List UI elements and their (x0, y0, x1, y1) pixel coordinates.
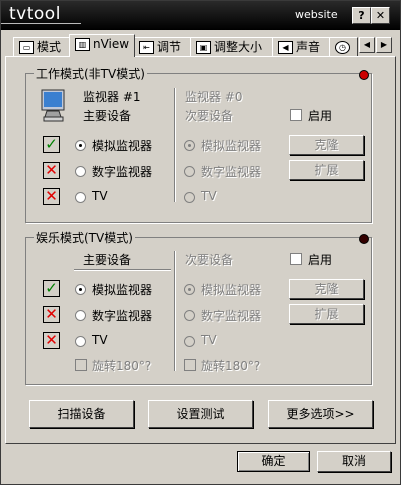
tv-secondary-analog-label: 模拟监视器 (201, 283, 262, 297)
tv-digital-error-icon: ✕ (43, 306, 60, 323)
resize-icon: ▣ (196, 41, 211, 54)
tv-analog-ok-icon: ✓ (43, 280, 60, 297)
work-mode-group: 工作模式(非TV模式) 监视器 #1 主要设备 监视器 #0 次要设备 启用 ✓… (25, 65, 372, 223)
tv-secondary-analog-radio[interactable] (184, 284, 195, 295)
tv-primary-analog-label: 模拟监视器 (92, 283, 153, 297)
secondary-digital-radio[interactable] (184, 166, 195, 177)
tab-sound[interactable]: ◀ 声音 (272, 37, 331, 57)
primary-device-label: 主要设备 (83, 109, 132, 123)
tv-primary-digital-label: 数字监视器 (92, 309, 153, 323)
tv-secondary-tv-radio[interactable] (184, 336, 195, 347)
nview-panel: 工作模式(非TV模式) 监视器 #1 主要设备 监视器 #0 次要设备 启用 ✓… (5, 56, 396, 444)
help-button[interactable]: ? (352, 7, 371, 24)
tv-error-icon: ✕ (43, 188, 60, 205)
nview-icon: ▥ (75, 38, 90, 51)
tv-secondary-digital-label: 数字监视器 (201, 309, 262, 323)
primary-analog-label: 模拟监视器 (92, 139, 153, 153)
secondary-analog-radio[interactable] (184, 140, 195, 151)
secondary-tv-radio[interactable] (184, 192, 195, 203)
tv-secondary-rotate-checkbox[interactable] (184, 359, 196, 371)
secondary-analog-label: 模拟监视器 (201, 139, 262, 153)
primary-analog-radio[interactable] (75, 140, 86, 151)
tab-scroll-left-button[interactable]: ◀ (359, 37, 375, 53)
tv-mode-title: 娱乐模式(TV模式) (34, 229, 135, 246)
tv-primary-rotate-checkbox[interactable] (75, 359, 87, 371)
header-divider (74, 269, 171, 271)
secondary-device-label: 次要设备 (185, 109, 234, 123)
tab-label: nView (93, 37, 130, 51)
work-extend-button[interactable]: 扩展 (289, 160, 364, 180)
work-enable-label: 启用 (308, 109, 333, 123)
tv-primary-rotate-label: 旋转180°? (92, 359, 152, 373)
tv-primary-tv-label: TV (92, 333, 108, 347)
primary-digital-radio[interactable] (75, 166, 86, 177)
tv-enable-checkbox[interactable] (290, 253, 302, 265)
tv-primary-tv-radio[interactable] (75, 336, 86, 347)
tv-tv-error-icon: ✕ (43, 332, 60, 349)
mode-icon: ▭ (19, 41, 34, 54)
tv-primary-device-label: 主要设备 (83, 253, 132, 267)
close-button[interactable]: ✕ (371, 7, 390, 24)
analog-ok-icon: ✓ (43, 136, 60, 153)
ok-button[interactable]: 确定 (237, 451, 310, 472)
tab-nview[interactable]: ▥ nView (69, 34, 135, 57)
website-link[interactable]: website (295, 8, 338, 21)
tv-secondary-device-label: 次要设备 (185, 253, 234, 267)
tv-secondary-tv-label: TV (201, 333, 217, 347)
app-title: tvtool (9, 4, 61, 24)
tab-clock[interactable]: ◷ (329, 37, 358, 57)
primary-monitor-heading: 监视器 #1 (83, 90, 141, 104)
tv-enable-label: 启用 (308, 253, 333, 267)
work-mode-led-icon (359, 70, 369, 80)
sound-icon: ◀ (278, 41, 293, 54)
work-clone-button[interactable]: 克隆 (289, 135, 364, 155)
secondary-digital-label: 数字监视器 (201, 165, 262, 179)
tab-label: 调节 (157, 40, 182, 54)
tv-clone-button[interactable]: 克隆 (289, 279, 364, 299)
tab-adjust[interactable]: ⇤ 调节 (133, 37, 192, 57)
tab-resize[interactable]: ▣ 调整大小 (190, 37, 274, 57)
secondary-monitor-heading: 监视器 #0 (185, 90, 243, 104)
tab-scroll-right-button[interactable]: ▶ (376, 37, 392, 53)
primary-digital-label: 数字监视器 (92, 165, 153, 179)
tab-label: 声音 (296, 40, 321, 54)
scan-devices-button[interactable]: 扫描设备 (29, 400, 134, 428)
column-divider (174, 88, 176, 202)
tab-mode[interactable]: ▭ 模式 (13, 37, 71, 57)
secondary-tv-label: TV (201, 189, 217, 203)
title-underline (1, 23, 81, 24)
clock-icon: ◷ (335, 41, 350, 54)
primary-tv-radio[interactable] (75, 192, 86, 203)
tv-mode-led-icon (359, 234, 369, 244)
more-options-button[interactable]: 更多选项>> (268, 400, 373, 428)
tv-primary-digital-radio[interactable] (75, 310, 86, 321)
tv-mode-group: 娱乐模式(TV模式) 主要设备 次要设备 启用 ✓ ✕ ✕ 模拟监视器 数字监视… (25, 229, 372, 385)
tab-strip: ▭ 模式 ▥ nView ⇤ 调节 ▣ 调整大小 ◀ 声音 ◷ (1, 31, 400, 58)
title-bar[interactable]: tvtool website ? ✕ (1, 1, 400, 30)
cancel-button[interactable]: 取消 (317, 451, 391, 472)
tv-secondary-rotate-label: 旋转180°? (201, 359, 261, 373)
tv-secondary-digital-radio[interactable] (184, 310, 195, 321)
adjust-icon: ⇤ (139, 41, 154, 54)
tv-primary-analog-radio[interactable] (75, 284, 86, 295)
tab-label: 模式 (37, 40, 62, 54)
column-divider (174, 251, 176, 371)
primary-tv-label: TV (92, 189, 108, 203)
tvtool-window: tvtool website ? ✕ ▭ 模式 ▥ nView ⇤ 调节 ▣ 调整大小 … (0, 0, 401, 485)
digital-error-icon: ✕ (43, 162, 60, 179)
tv-extend-button[interactable]: 扩展 (289, 304, 364, 324)
setup-test-button[interactable]: 设置测试 (148, 400, 253, 428)
work-enable-checkbox[interactable] (290, 109, 302, 121)
work-mode-title: 工作模式(非TV模式) (34, 65, 147, 82)
monitor-icon (41, 89, 65, 122)
tab-label: 调整大小 (214, 40, 263, 54)
